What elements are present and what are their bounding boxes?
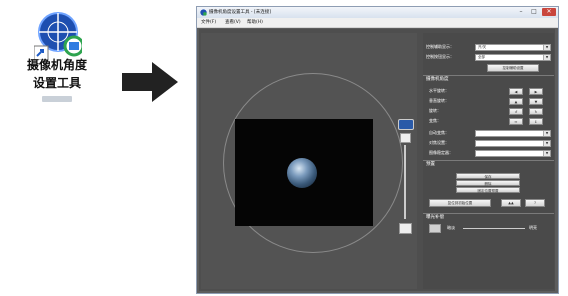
- horizontal-label: 水平旋转：: [429, 88, 449, 93]
- icon-label-blurred: [42, 96, 72, 102]
- title-bar[interactable]: 摄像机角度设置工具 - [未连接] – □ ✕: [197, 7, 558, 18]
- close-button[interactable]: ✕: [542, 8, 556, 16]
- help-icon[interactable]: ?: [525, 199, 545, 207]
- rotate-label: 旋转：: [429, 108, 441, 113]
- reset-position-button[interactable]: 复位到初始位置: [429, 199, 491, 207]
- right-arrow-icon: [122, 62, 178, 102]
- menu-help[interactable]: 帮助(H): [247, 18, 263, 27]
- image-stabilizer-select[interactable]: ▼: [475, 150, 551, 157]
- window-title: 摄像机角度设置工具 - [未连接]: [209, 10, 271, 15]
- divider: [423, 160, 554, 161]
- preset-fixed-button[interactable]: 固定位置预置: [456, 187, 520, 193]
- tilt-up-button[interactable]: ▲: [509, 98, 523, 105]
- chevron-down-icon: ▼: [543, 151, 550, 156]
- slider-left-label: 暗淡: [447, 225, 455, 230]
- color-swatch[interactable]: [429, 224, 441, 233]
- focus-select[interactable]: ▼: [475, 140, 551, 147]
- menu-view[interactable]: 查看(V): [225, 18, 241, 27]
- divider: [423, 213, 554, 214]
- mountain-icon[interactable]: ▲▲: [501, 199, 521, 207]
- control-display-label: 控制按钮显示：: [426, 54, 454, 59]
- tilt-down-button[interactable]: ▼: [529, 98, 543, 105]
- camera-section-title: 摄像机角度: [426, 77, 449, 82]
- divider: [423, 75, 554, 76]
- zoom-tele-button[interactable]: ↕: [529, 118, 543, 125]
- preset-delete-button[interactable]: 删除: [456, 180, 520, 186]
- control-apply-button[interactable]: 控制辅助设置: [487, 64, 539, 72]
- zoom-up-button[interactable]: [400, 133, 411, 143]
- chevron-down-icon: ▼: [543, 45, 550, 50]
- pan-left-button[interactable]: ◀: [509, 88, 523, 95]
- control-panel: 控制辅助显示： 开/关 ▼ 控制按钮显示： 全部 ▼ 控制辅助设置 摄像机角度 …: [423, 33, 554, 289]
- slider-right-label: 明亮: [529, 225, 537, 230]
- desktop-shortcut[interactable]: 摄像机角度 设置工具: [18, 10, 96, 138]
- chevron-down-icon: ▼: [543, 55, 550, 60]
- preset-section-title: 预置: [426, 162, 435, 167]
- app-title-icon: [200, 9, 207, 16]
- pan-right-button[interactable]: ▶: [529, 88, 543, 95]
- camera-icon[interactable]: [398, 119, 414, 130]
- chevron-down-icon: ▼: [543, 141, 550, 146]
- rotate-cw-button[interactable]: ↻: [529, 108, 543, 115]
- focus-label: 对焦设置：: [429, 140, 449, 145]
- compensation-slider[interactable]: [463, 228, 525, 229]
- control-display-value: 全部: [478, 55, 485, 59]
- compensate-section-title: 曝光补偿: [426, 215, 444, 220]
- maximize-button[interactable]: □: [528, 8, 540, 16]
- auto-zoom-select[interactable]: ▼: [475, 130, 551, 137]
- icon-label-line2: 设置工具: [32, 76, 81, 90]
- rotate-ccw-button[interactable]: ↺: [509, 108, 523, 115]
- earth-image: [287, 158, 317, 188]
- camera-preview: [235, 119, 373, 226]
- icon-label-line1: 摄像机角度: [26, 58, 87, 72]
- chevron-down-icon: ▼: [543, 131, 550, 136]
- control-target-select[interactable]: 开/关 ▼: [475, 44, 551, 51]
- camera-angle-app-icon: [34, 12, 82, 60]
- client-area: 控制辅助显示： 开/关 ▼ 控制按钮显示： 全部 ▼ 控制辅助设置 摄像机角度 …: [199, 29, 555, 291]
- zoom-slider-track[interactable]: [404, 145, 406, 219]
- app-window: 摄像机角度设置工具 - [未连接] – □ ✕ 文件(F) 查看(V) 帮助(H…: [196, 6, 559, 294]
- control-display-select[interactable]: 全部 ▼: [475, 54, 551, 61]
- preset-save-button[interactable]: 保存: [456, 173, 520, 179]
- auto-zoom-label: 自动变焦：: [429, 130, 449, 135]
- zoom-label: 变焦：: [429, 118, 441, 123]
- control-target-value: 开/关: [478, 45, 487, 49]
- control-target-label: 控制辅助显示：: [426, 44, 454, 49]
- preview-area: [201, 33, 417, 289]
- zoom-down-button[interactable]: [399, 223, 412, 234]
- zoom-wide-button[interactable]: ⇔: [509, 118, 523, 125]
- vertical-label: 垂直旋转：: [429, 98, 449, 103]
- menu-bar: 文件(F) 查看(V) 帮助(H): [197, 18, 558, 28]
- minimize-button[interactable]: –: [515, 8, 527, 16]
- image-stabilizer-label: 图像稳定器：: [429, 150, 453, 155]
- menu-file[interactable]: 文件(F): [201, 18, 216, 27]
